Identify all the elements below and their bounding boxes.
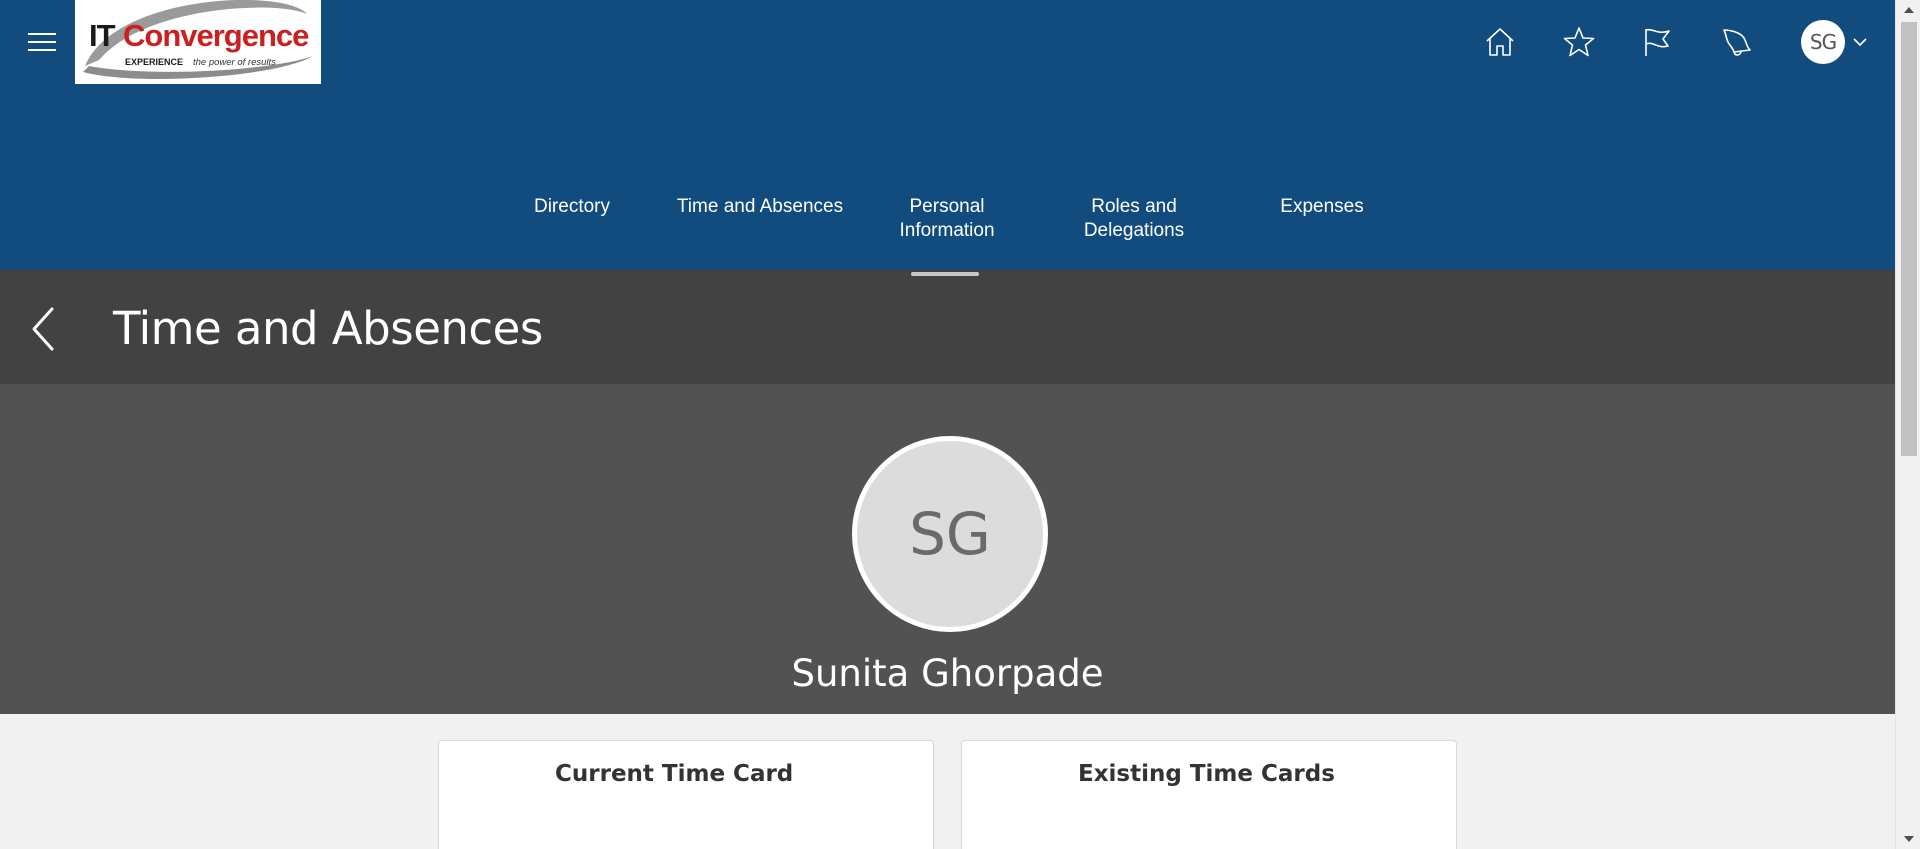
company-logo[interactable]: IT Convergence EXPERIENCE the power of r…: [75, 0, 321, 84]
profile-banner: SG Sunita Ghorpade: [0, 384, 1895, 714]
current-time-card-tile[interactable]: Current Time Card: [438, 740, 934, 849]
scroll-up-icon[interactable]: [1896, 0, 1920, 20]
profile-avatar: SG: [852, 436, 1048, 632]
nav-item-time-and-absences[interactable]: Time and Absences: [675, 195, 845, 219]
nav-label-line1: Personal: [909, 196, 985, 217]
logo-brand-name: Convergence: [123, 18, 309, 53]
flag-icon[interactable]: [1635, 20, 1679, 64]
chevron-down-icon[interactable]: [1852, 32, 1868, 52]
nav-label: Directory: [533, 196, 610, 217]
nav-label: Time and Absences: [676, 196, 844, 217]
scroll-down-icon[interactable]: [1896, 829, 1920, 849]
page: IT Convergence EXPERIENCE the power of r…: [0, 0, 1920, 849]
profile-name: Sunita Ghorpade: [791, 652, 1104, 695]
logo-tagline-bold: EXPERIENCE: [125, 57, 183, 67]
nav-item-roles-and-delegations[interactable]: Roles and Delegations: [1049, 195, 1219, 243]
nav-label-line1: Roles and: [1091, 196, 1177, 217]
vertical-scrollbar[interactable]: [1895, 0, 1920, 849]
nav-label-line2: Delegations: [1083, 220, 1185, 241]
active-nav-indicator: [911, 272, 979, 276]
nav-item-expenses[interactable]: Expenses: [1237, 195, 1407, 219]
scrollbar-thumb[interactable]: [1901, 22, 1917, 456]
card-title: Existing Time Cards: [1078, 761, 1335, 787]
logo-tagline-rest: the power of results: [193, 57, 276, 68]
logo-brand-it: IT: [89, 18, 116, 53]
chevron-left-icon[interactable]: [28, 306, 58, 352]
bell-icon[interactable]: [1714, 20, 1758, 64]
page-title: Time and Absences: [113, 302, 543, 355]
global-header: IT Convergence EXPERIENCE the power of r…: [0, 0, 1895, 270]
nav-label: Expenses: [1280, 196, 1364, 217]
springboard-nav: Directory Time and Absences Personal Inf…: [0, 195, 1895, 255]
card-title: Current Time Card: [555, 761, 794, 787]
star-icon[interactable]: [1557, 20, 1601, 64]
home-icon[interactable]: [1478, 20, 1522, 64]
existing-time-cards-tile[interactable]: Existing Time Cards: [961, 740, 1457, 849]
user-avatar[interactable]: SG: [1801, 20, 1845, 64]
hamburger-icon[interactable]: [28, 32, 56, 52]
page-title-bar: Time and Absences: [0, 270, 1895, 384]
nav-item-directory[interactable]: Directory: [487, 195, 657, 219]
nav-label-line2: Information: [899, 220, 995, 241]
nav-item-personal-information[interactable]: Personal Information: [862, 195, 1032, 243]
